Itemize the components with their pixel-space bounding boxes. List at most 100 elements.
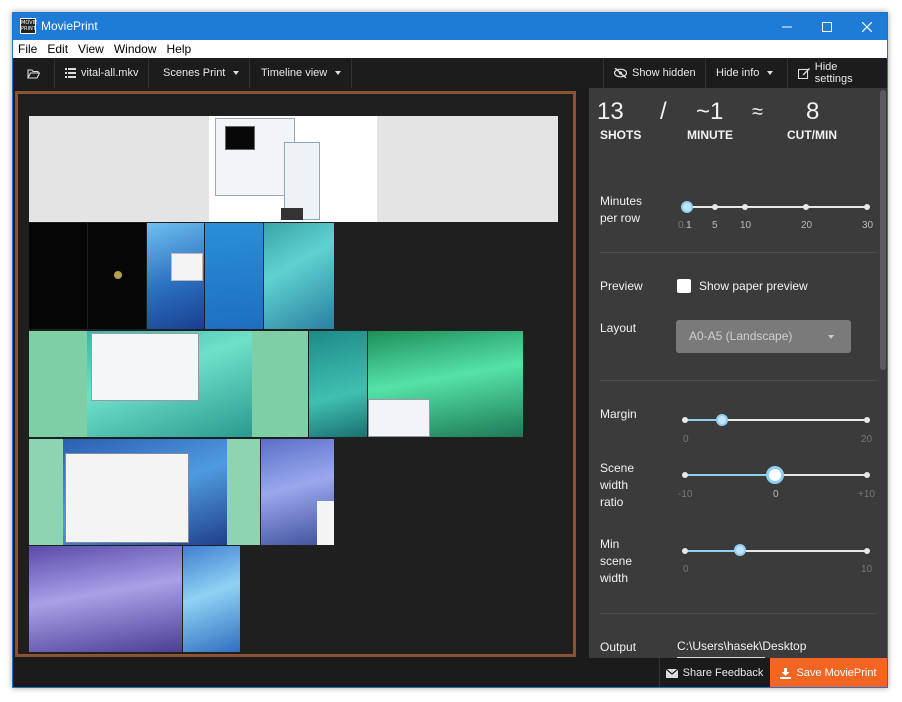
slider-mark [742, 204, 748, 210]
scene-thumbnail[interactable] [368, 331, 523, 437]
slider-mark [682, 548, 688, 554]
minimize-icon [782, 26, 792, 27]
chevron-down-icon [767, 71, 774, 75]
minute-count: ~1 [696, 98, 724, 125]
app-window: MOVIE PRINT MoviePrint File Edit View Wi… [12, 12, 888, 688]
scene-thumbnail[interactable] [29, 331, 308, 437]
min-scene-width-label: Min scene width [600, 537, 633, 585]
tick-label: 5 [712, 220, 718, 231]
layout-select-value: A0-A5 (Landscape) [689, 329, 793, 343]
bottom-bar: Share Feedback Save MoviePrint [13, 658, 887, 687]
tick-label: -10 [678, 489, 693, 500]
hide-settings-button[interactable]: Hide settings [787, 58, 887, 88]
scene-thumbnail[interactable] [183, 546, 240, 652]
file-select-button[interactable]: vital-all.mkv [55, 58, 150, 88]
scrollbar-thumb[interactable] [880, 90, 886, 370]
scene-thumbnail[interactable] [29, 439, 260, 545]
scene-thumbnail[interactable] [29, 546, 182, 652]
layout-label: Layout [600, 321, 637, 335]
save-movieprint-label: Save MoviePrint [796, 667, 877, 679]
open-file-button[interactable] [13, 58, 55, 88]
menu-file[interactable]: File [13, 40, 42, 58]
slider-mark [864, 472, 870, 478]
cut-rate: 8 [806, 98, 820, 125]
save-movieprint-button[interactable]: Save MoviePrint [770, 658, 887, 687]
scenes-print-label: Scenes Print [163, 67, 226, 79]
tick-label: 10 [740, 220, 752, 231]
minute-label: MINUTE [687, 128, 733, 142]
scene-thumbnail[interactable] [147, 223, 204, 329]
shots-label: SHOTS [600, 128, 642, 142]
eye-slash-icon [614, 68, 627, 78]
section-divider [599, 613, 877, 614]
toolbar: vital-all.mkv Scenes Print Timeline view… [13, 58, 887, 88]
file-name: vital-all.mkv [81, 67, 139, 79]
movieprint-preview [15, 91, 576, 657]
show-paper-preview-checkbox[interactable] [677, 279, 691, 293]
share-feedback-button[interactable]: Share Feedback [659, 658, 769, 687]
maximize-button[interactable] [807, 13, 847, 40]
slider-mark [682, 417, 688, 423]
menu-help[interactable]: Help [162, 40, 197, 58]
hide-settings-label: Hide settings [814, 61, 853, 85]
settings-panel: 13 SHOTS / ~1 MINUTE ≈ 8 CUT/MIN Minutes… [589, 88, 881, 671]
slider-mark [682, 472, 688, 478]
tick-label: 1 [686, 220, 692, 231]
close-icon [862, 21, 872, 32]
shots-count: 13 [597, 98, 624, 125]
scene-thumbnail[interactable] [261, 439, 334, 545]
scene-thumbnail[interactable] [29, 223, 87, 329]
chevron-down-icon [233, 71, 240, 75]
margin-handle[interactable] [716, 414, 728, 426]
margin-label: Margin [600, 407, 637, 421]
cut-rate-label: CUT/MIN [787, 128, 837, 142]
menu-window[interactable]: Window [109, 40, 162, 58]
slider-mark [864, 417, 870, 423]
scene-width-ratio-handle[interactable] [766, 466, 784, 484]
scene-thumbnail[interactable] [309, 331, 367, 437]
scene-thumbnail[interactable] [264, 223, 334, 329]
slider-mark [712, 204, 718, 210]
show-hidden-label: Show hidden [632, 67, 696, 79]
show-hidden-button[interactable]: Show hidden [603, 58, 706, 88]
min-scene-width-handle[interactable] [734, 544, 746, 556]
tick-label: 0 [683, 434, 689, 445]
min-scene-width-slider[interactable] [685, 550, 867, 552]
tick-label: 20 [801, 220, 813, 231]
timeline-view-label: Timeline view [261, 67, 328, 79]
margin-slider[interactable] [685, 419, 867, 421]
section-divider [599, 252, 877, 253]
section-divider [599, 380, 877, 381]
output-path-value: C:\Users\hasek\Desktop [677, 639, 807, 653]
menu-edit[interactable]: Edit [42, 40, 73, 58]
minimize-button[interactable] [767, 13, 807, 40]
timeline-view-dropdown[interactable]: Timeline view [251, 58, 353, 88]
approx-separator: ≈ [752, 101, 763, 123]
hide-info-dropdown[interactable]: Hide info [705, 58, 783, 88]
menu-view[interactable]: View [73, 40, 109, 58]
maximize-icon [822, 21, 832, 32]
app-logo-icon: MOVIE PRINT [20, 18, 38, 34]
scene-thumbnail[interactable] [205, 223, 263, 329]
title-bar: MOVIE PRINT MoviePrint [13, 13, 887, 40]
tick-label: 30 [862, 220, 874, 231]
layout-select[interactable]: A0-A5 (Landscape) [676, 320, 851, 353]
scene-thumbnail[interactable] [88, 223, 146, 329]
close-button[interactable] [847, 13, 887, 40]
show-paper-preview-label[interactable]: Show paper preview [699, 278, 808, 295]
edit-icon [798, 67, 810, 79]
slider-mark [864, 204, 870, 210]
tick-label: 10 [861, 564, 873, 575]
slider-mark [864, 548, 870, 554]
hide-info-label: Hide info [716, 67, 760, 79]
minutes-per-row-label: Minutes per row [600, 194, 643, 225]
tick-label: 0 [773, 489, 779, 500]
slider-mark [803, 204, 809, 210]
settings-scrollbar[interactable] [879, 88, 887, 658]
download-icon [780, 667, 792, 679]
folder-open-icon [27, 68, 40, 79]
scenes-print-dropdown[interactable]: Scenes Print [153, 58, 251, 88]
chevron-down-icon [335, 71, 342, 75]
minutes-per-row-handle[interactable] [681, 201, 693, 213]
scene-thumbnail[interactable] [29, 116, 558, 222]
